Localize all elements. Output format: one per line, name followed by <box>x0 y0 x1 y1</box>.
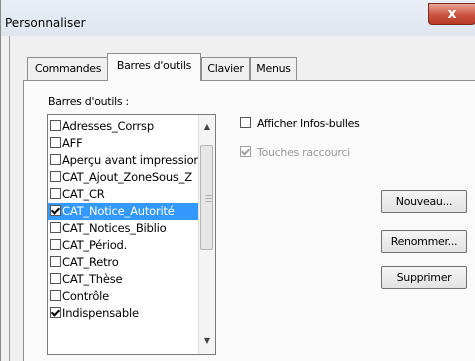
list-item[interactable]: Adresses_Corrsp <box>48 118 200 135</box>
tab-barres-outils[interactable]: Barres d'outils <box>107 53 201 81</box>
list-item[interactable]: Indispensable <box>48 305 200 322</box>
scroll-down-arrow-icon[interactable]: ▼ <box>199 333 215 349</box>
toolbars-list[interactable]: Adresses_Corrsp AFF Aperçu avant impress… <box>47 114 216 355</box>
list-item[interactable]: Contrôle <box>48 288 200 305</box>
new-toolbar-button[interactable]: Nouveau... <box>381 190 467 213</box>
tab-label: Commandes <box>34 62 102 75</box>
scrollbar-thumb[interactable]: — — — <box>200 145 213 250</box>
toolbars-label: Barres d'outils : <box>48 95 129 108</box>
list-item-checkbox[interactable] <box>50 239 61 250</box>
list-item-label: AFF <box>62 136 83 150</box>
list-item-checkbox[interactable] <box>50 188 61 199</box>
list-item-label: CAT_Retro <box>62 255 119 269</box>
close-icon: x <box>447 6 457 22</box>
show-tooltips-checkbox[interactable] <box>240 117 251 128</box>
tab-clavier[interactable]: Clavier <box>201 57 250 80</box>
delete-toolbar-button[interactable]: Supprimer <box>381 266 467 289</box>
list-item-checkbox[interactable] <box>50 256 61 267</box>
shortcut-keys-option: Touches raccourci <box>238 146 350 159</box>
tab-label: Barres d'outils <box>116 59 192 72</box>
list-item-label: Adresses_Corrsp <box>62 119 154 133</box>
tab-menus[interactable]: Menus <box>250 57 297 80</box>
window-title: Personnaliser <box>5 16 86 30</box>
list-item-checkbox[interactable] <box>50 120 61 131</box>
list-item-label: CAT_Périod. <box>62 238 128 252</box>
dialog-frame-edge <box>9 36 10 361</box>
list-item[interactable]: CAT_Ajout_ZoneSous_Z <box>48 169 200 186</box>
list-item[interactable]: CAT_Retro <box>48 254 200 271</box>
list-item-label: CAT_Ajout_ZoneSous_Z <box>62 170 192 184</box>
grip-icon: — — — <box>205 191 212 205</box>
list-item-label: CAT_CR <box>62 187 105 201</box>
list-item-checkbox[interactable] <box>50 273 61 284</box>
tab-label: Clavier <box>207 62 244 75</box>
shortcut-keys-label: Touches raccourci <box>257 146 350 159</box>
list-item-label: Indispensable <box>62 306 139 320</box>
list-item-checkbox[interactable] <box>50 307 61 318</box>
list-scrollbar[interactable]: ▲ — — — ▼ <box>198 115 215 354</box>
show-tooltips-option[interactable]: Afficher Infos-bulles <box>238 117 360 130</box>
title-bar: Personnaliser x <box>1 0 475 36</box>
scroll-up-arrow-icon[interactable]: ▲ <box>199 119 215 135</box>
shortcut-keys-checkbox <box>240 146 251 157</box>
list-item[interactable]: CAT_Thèse <box>48 271 200 288</box>
list-item-label: Contrôle <box>62 289 110 303</box>
customize-dialog: Personnaliser x Commandes Barres d'outil… <box>0 0 475 361</box>
show-tooltips-label: Afficher Infos-bulles <box>257 117 360 130</box>
tab-label: Menus <box>256 62 291 75</box>
list-item-checkbox[interactable] <box>50 154 61 165</box>
list-item[interactable]: Aperçu avant impression <box>48 152 201 169</box>
rename-toolbar-button[interactable]: Renommer... <box>381 230 467 253</box>
close-button[interactable]: x <box>428 3 475 25</box>
list-item-checkbox[interactable] <box>50 171 61 182</box>
list-item-label: CAT_Thèse <box>62 272 123 286</box>
list-item-checkbox[interactable] <box>50 137 61 148</box>
list-item-label: Aperçu avant impression <box>62 153 201 167</box>
list-item-checkbox[interactable] <box>50 205 61 216</box>
list-item-selected[interactable]: CAT_Notice_Autorité <box>48 203 200 220</box>
list-item-checkbox[interactable] <box>50 290 61 301</box>
list-item-checkbox[interactable] <box>50 222 61 233</box>
list-item-label: CAT_Notices_Biblio <box>62 221 167 235</box>
tab-commandes[interactable]: Commandes <box>27 57 109 80</box>
list-item[interactable]: CAT_Périod. <box>48 237 200 254</box>
list-item-label: CAT_Notice_Autorité <box>62 204 175 218</box>
list-item[interactable]: CAT_Notices_Biblio <box>48 220 200 237</box>
list-item[interactable]: CAT_CR <box>48 186 200 203</box>
list-item[interactable]: AFF <box>48 135 200 152</box>
